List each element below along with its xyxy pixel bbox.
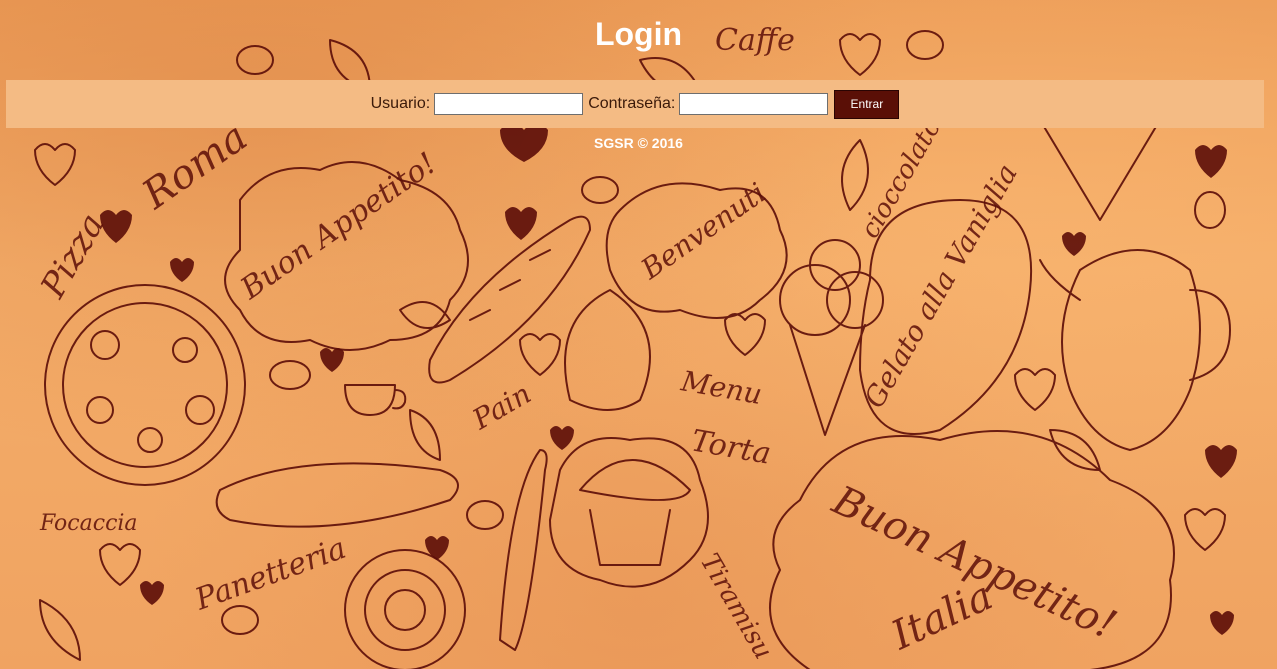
password-input[interactable] <box>679 93 829 115</box>
doodle-word-pizza: Pizza <box>33 207 113 306</box>
doodle-word-buon-appetito-left: Buon Appetito! <box>234 146 443 307</box>
login-form: Usuario: Contraseña: Entrar <box>6 80 1264 128</box>
doodle-word-focaccia: Focaccia <box>39 511 138 536</box>
doodle-word-roma: Roma <box>134 114 256 219</box>
doodle-word-cioccolato: cioccolato <box>855 113 948 243</box>
password-label: Contraseña: <box>588 95 676 112</box>
page-title: Login <box>594 16 683 52</box>
login-submit-button[interactable]: Entrar <box>834 89 900 119</box>
doodle-word-tiramisu: Tiramisu <box>694 549 778 665</box>
copyright-footer: SGSR © 2016 <box>594 135 683 151</box>
doodle-word-pain: Pain <box>466 377 536 437</box>
doodle-word-torta: Torta <box>689 423 774 471</box>
doodle-word-panetteria: Panetteria <box>190 531 351 618</box>
doodle-word-menu: Menu <box>678 364 765 411</box>
username-input[interactable] <box>434 93 584 115</box>
username-label: Usuario: <box>370 95 431 112</box>
doodle-word-benvenuti: Benvenuti <box>634 176 772 286</box>
